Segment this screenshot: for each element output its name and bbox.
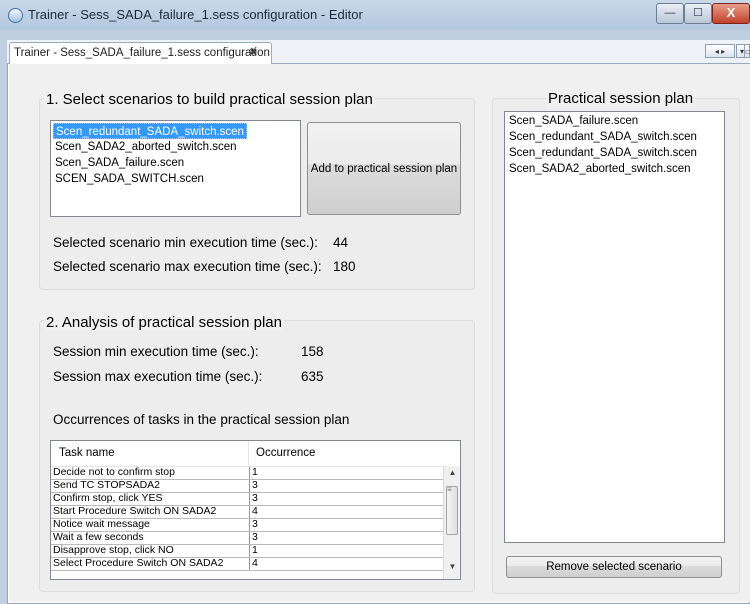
occurrence-cell: 1 — [249, 467, 258, 479]
occurrence-cell: 4 — [249, 506, 258, 518]
list-item[interactable]: Scen_SADA_failure.scen — [53, 155, 186, 171]
column-divider[interactable] — [248, 441, 249, 466]
occurrence-cell: 4 — [249, 558, 258, 570]
list-item[interactable]: SCEN_SADA_SWITCH.scen — [53, 171, 206, 187]
session-max-time-value: 635 — [301, 369, 324, 384]
table-scrollbar[interactable]: ▲ ≡ ▼ — [443, 466, 460, 579]
app-icon — [8, 8, 23, 23]
remove-selected-scenario-button[interactable]: Remove selected scenario — [506, 556, 722, 578]
occurrence-cell: 3 — [249, 493, 258, 505]
task-occurrence-table[interactable]: Task name Occurrence Decide not to confi… — [50, 440, 461, 580]
scenario-min-time-label: Selected scenario min execution time (se… — [53, 235, 318, 250]
list-item[interactable]: Scen_redundant_SADA_switch.scen — [53, 123, 247, 139]
column-header-task-name[interactable]: Task name — [59, 447, 115, 459]
scenario-list[interactable]: Scen_redundant_SADA_switch.scen Scen_SAD… — [50, 120, 301, 217]
occurrence-cell: 3 — [249, 480, 258, 492]
session-max-time-label: Session max execution time (sec.): — [53, 369, 263, 384]
select-scenarios-heading: 1. Select scenarios to build practical s… — [44, 91, 375, 108]
tab-scroll-icon[interactable]: ◂ ▸ — [705, 44, 735, 58]
scenario-min-time-value: 44 — [333, 235, 349, 250]
task-occurrences-title: Occurrences of tasks in the practical se… — [53, 412, 350, 427]
scenario-max-time-label: Selected scenario max execution time (se… — [53, 259, 322, 274]
task-name-cell: Disapprove stop, click NO — [53, 544, 174, 556]
editor-window: Trainer - Sess_SADA_failure_1.sess confi… — [0, 0, 750, 604]
maximize-button[interactable]: ☐ — [684, 3, 712, 24]
scroll-up-icon[interactable]: ▲ — [444, 468, 460, 482]
practical-plan-heading: Practical session plan — [546, 90, 696, 107]
list-item[interactable]: Scen_SADA2_aborted_switch.scen — [53, 139, 239, 155]
scroll-grip-icon: ≡ — [447, 485, 452, 494]
add-to-plan-button[interactable]: Add to practical session plan — [307, 122, 461, 215]
window-title: Trainer - Sess_SADA_failure_1.sess confi… — [28, 7, 363, 22]
session-min-time-value: 158 — [301, 344, 324, 359]
table-row[interactable]: Select Procedure Switch ON SADA2 4 — [51, 558, 443, 571]
task-name-cell: Decide not to confirm stop — [53, 466, 175, 478]
session-min-time-label: Session min execution time (sec.): — [53, 344, 259, 359]
close-button[interactable]: X — [712, 3, 750, 24]
minimize-button[interactable]: — — [656, 3, 684, 24]
occurrence-cell: 1 — [249, 545, 258, 557]
task-name-cell: Send TC STOPSADA2 — [53, 479, 160, 491]
list-item[interactable]: Scen_SADA2_aborted_switch.scen — [507, 161, 693, 177]
list-item[interactable]: Scen_SADA_failure.scen — [507, 113, 640, 129]
task-name-cell: Notice wait message — [53, 518, 150, 530]
column-header-occurrence[interactable]: Occurrence — [256, 447, 315, 459]
practical-plan-list[interactable]: Scen_SADA_failure.scen Scen_redundant_SA… — [504, 111, 725, 543]
task-name-cell: Wait a few seconds — [53, 531, 144, 543]
scroll-down-icon[interactable]: ▼ — [444, 562, 460, 576]
tab-close-icon[interactable]: ✖ — [249, 47, 257, 58]
occurrence-cell: 3 — [249, 532, 258, 544]
tab-maximize-icon[interactable]: ▭ — [744, 44, 750, 58]
list-item[interactable]: Scen_redundant_SADA_switch.scen — [507, 145, 699, 161]
task-name-cell: Start Procedure Switch ON SADA2 — [53, 505, 217, 517]
task-name-cell: Confirm stop, click YES — [53, 492, 163, 504]
scenario-max-time-value: 180 — [333, 259, 356, 274]
table-header: Task name Occurrence — [51, 441, 460, 467]
task-name-cell: Select Procedure Switch ON SADA2 — [53, 557, 224, 569]
session-analysis-heading: 2. Analysis of practical session plan — [44, 314, 284, 331]
list-item[interactable]: Scen_redundant_SADA_switch.scen — [507, 129, 699, 145]
tab-label: Trainer - Sess_SADA_failure_1.sess confi… — [14, 47, 270, 59]
occurrence-cell: 3 — [249, 519, 258, 531]
